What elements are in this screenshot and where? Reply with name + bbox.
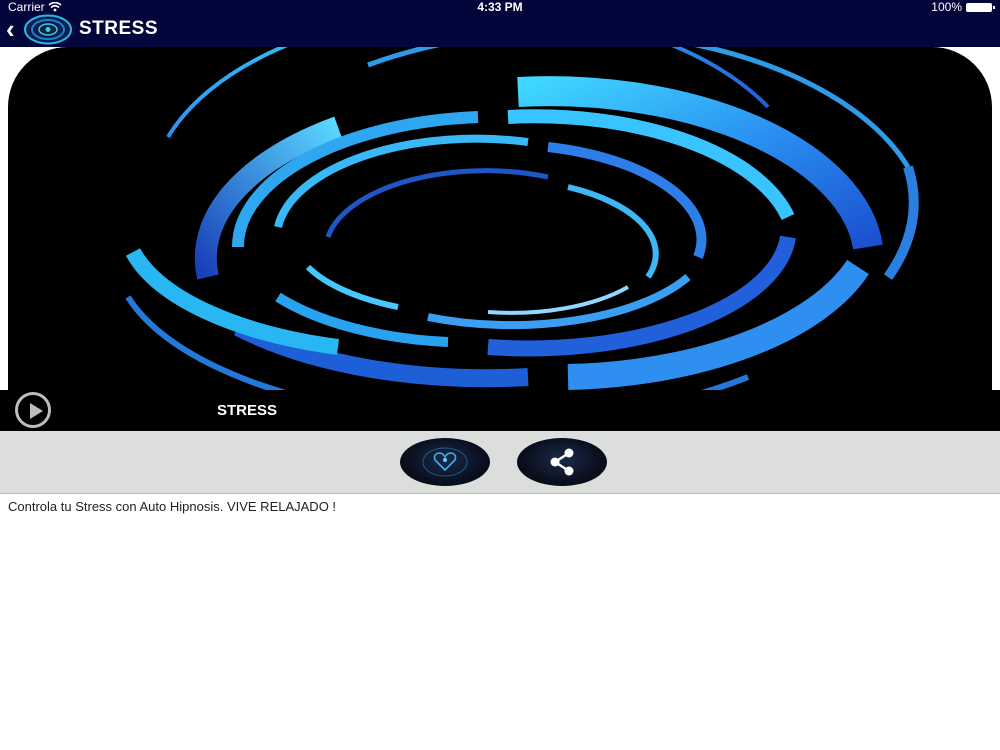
heart-icon xyxy=(422,447,468,477)
back-chevron-icon[interactable]: ‹ xyxy=(6,16,15,42)
play-button[interactable] xyxy=(15,392,51,428)
nav-title: STRESS xyxy=(79,18,159,39)
battery-percent: 100% xyxy=(931,0,962,14)
clock: 4:33 PM xyxy=(477,0,523,14)
description-text: Controla tu Stress con Auto Hipnosis. VI… xyxy=(8,499,337,514)
action-strip xyxy=(0,431,1000,494)
navigation-bar: ‹ STRESS xyxy=(0,14,1000,47)
player-bar: STRESS xyxy=(0,390,1000,431)
app-logo-icon[interactable] xyxy=(22,14,74,45)
battery-icon xyxy=(966,2,995,12)
hero-image-container xyxy=(0,47,1000,390)
status-bar: Carrier 4:33 PM 100% xyxy=(0,0,1000,14)
battery-indicator: 100% xyxy=(931,0,995,14)
share-button[interactable] xyxy=(517,438,607,486)
hero-artwork xyxy=(8,47,992,390)
spiral-rings-artwork xyxy=(125,47,919,390)
player-track-title: STRESS xyxy=(217,402,278,419)
share-icon xyxy=(550,448,574,476)
favorite-button[interactable] xyxy=(400,438,490,486)
